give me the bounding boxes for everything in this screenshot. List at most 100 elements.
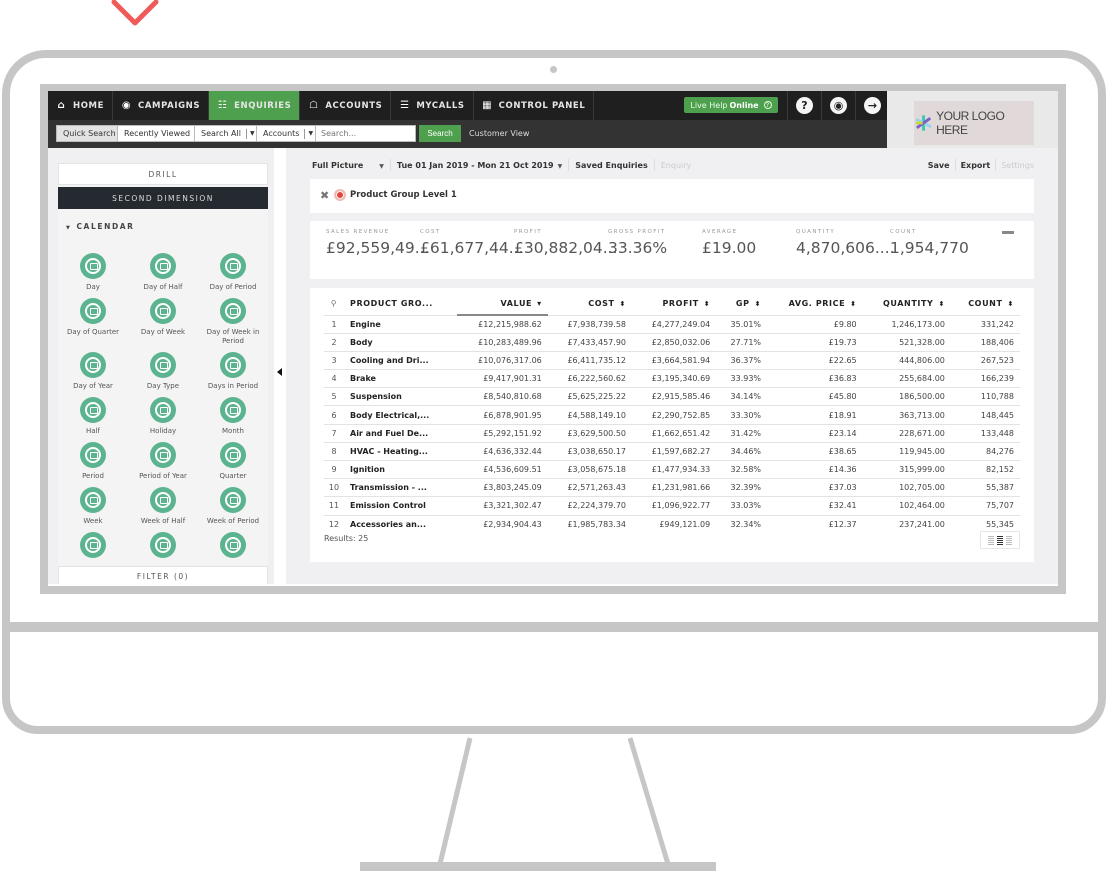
dimension-item[interactable]: Day of Period [198, 253, 268, 292]
sort-icon: ⬍ [1007, 299, 1014, 308]
calendar-dimension-icon [150, 532, 176, 558]
bank-icon: ☖ [309, 100, 319, 111]
customer-view-link[interactable]: Customer View [469, 125, 529, 142]
dimension-item[interactable] [128, 532, 198, 558]
column-header-product-gro[interactable]: PRODUCT GRO... [344, 292, 457, 315]
dimension-item[interactable]: Period of Year [128, 442, 198, 481]
search-type-select[interactable]: Accounts ▼ [256, 125, 321, 142]
nav-item-mycalls[interactable]: ☰ MYCALLS [391, 91, 474, 120]
date-range-select[interactable]: Tue 01 Jan 2019 - Mon 21 Oct 2019 ▼ [397, 161, 562, 170]
dimension-item[interactable]: Week of Period [198, 487, 268, 526]
remove-dimension-icon[interactable]: ✖ [320, 190, 329, 201]
dimension-sidebar: DRILL SECOND DIMENSION ▼ CALENDAR Day Day … [58, 163, 268, 584]
dimension-label: Day of Year [73, 382, 113, 390]
cell-cost: £3,629,500.50 [547, 423, 632, 443]
dimension-item[interactable] [58, 532, 128, 558]
table-row[interactable]: 10 Transmission - ... £3,803,245.09 £2,571,… [324, 478, 1020, 497]
enquiry-link[interactable]: Enquiry [661, 161, 692, 170]
cell-cost: £3,058,675.18 [547, 459, 632, 479]
profile-button[interactable]: ◉ [821, 91, 855, 120]
dimension-item[interactable]: Day of Year [58, 352, 128, 391]
row-density-toggle[interactable] [980, 531, 1020, 549]
dimension-item[interactable]: Holiday [128, 397, 198, 436]
search-input[interactable] [315, 125, 416, 142]
dimension-item[interactable]: Period [58, 442, 128, 481]
table-row[interactable]: 8 HVAC - Heating... £4,636,332.44 £3,038,65… [324, 441, 1020, 461]
search-button[interactable]: Search [419, 125, 461, 142]
dimension-item[interactable]: Day of Week in Period [198, 298, 268, 346]
kpi-value: 1,954,770 [890, 239, 969, 257]
home-icon: ⌂ [57, 100, 66, 111]
collapse-sidebar-arrow-icon[interactable] [277, 368, 282, 376]
dimension-item[interactable]: Quarter [198, 442, 268, 481]
column-label: COST [588, 298, 615, 308]
cell-value: £4,636,332.44 [457, 441, 548, 461]
dimension-item[interactable]: Day Type [128, 352, 198, 391]
table-row[interactable]: 5 Suspension £8,540,810.68 £5,625,225.22 £2,… [324, 387, 1020, 406]
calendar-dimension-icon [150, 397, 176, 423]
column-header-value[interactable]: VALUE ▾ [457, 292, 548, 316]
nav-item-home[interactable]: ⌂ HOME [48, 91, 114, 120]
nav-item-accounts[interactable]: ☖ ACCOUNTS [300, 91, 392, 120]
quick-search-button[interactable]: Quick Search [56, 125, 123, 142]
recently-viewed-button[interactable]: Recently Viewed [117, 125, 198, 142]
calendar-group-label: CALENDAR [76, 222, 135, 231]
filter-tab[interactable]: FILTER (0) [58, 566, 268, 584]
dimension-label: Week of Half [140, 517, 186, 525]
logout-button[interactable]: → [855, 91, 889, 120]
minimize-icon[interactable] [1002, 231, 1014, 234]
table-row[interactable]: 11 Emission Control £3,321,302.47 £2,224,37… [324, 496, 1020, 516]
dimension-item[interactable]: Week of Half [128, 487, 198, 526]
dimension-item[interactable]: Month [198, 397, 268, 436]
column-header-quantity[interactable]: QUANTITY ⬍ [863, 292, 951, 315]
table-search-button[interactable]: ⚲ [324, 292, 344, 315]
column-header-gp[interactable]: GP ⬍ [716, 292, 767, 315]
dimension-item[interactable]: Day of Week [128, 298, 198, 337]
nav-item-control-panel[interactable]: ▦ CONTROL PANEL [474, 91, 595, 120]
column-header-count[interactable]: COUNT ⬍ [951, 292, 1020, 315]
table-row[interactable]: 6 Body Electrical,... £6,878,901.95 £4,588,… [324, 405, 1020, 425]
dimension-item[interactable]: Days in Period [198, 352, 268, 391]
dimension-label: Week of Period [206, 517, 260, 525]
dimension-item[interactable] [198, 532, 268, 558]
table-row[interactable]: 9 Ignition £4,536,609.51 £3,058,675.18 £1,47… [324, 459, 1020, 479]
search-scope-select[interactable]: Search All ▼ [194, 125, 262, 142]
table-row[interactable]: 4 Brake £9,417,901.31 £6,222,560.62 £3,195,3… [324, 369, 1020, 388]
nav-item-enquiries[interactable]: ☷ ENQUIRIES [209, 91, 301, 120]
nav-item-campaigns[interactable]: ◉ CAMPAIGNS [113, 91, 210, 120]
table-row[interactable]: 3 Cooling and Dri... £10,076,317.06 £6,411,… [324, 350, 1020, 370]
density-compact-icon[interactable] [988, 535, 994, 545]
second-dimension-tab[interactable]: SECOND DIMENSION [58, 187, 268, 209]
density-comfortable-icon[interactable] [1006, 535, 1012, 545]
dimension-item[interactable]: Day of Quarter [58, 298, 128, 337]
cell-gp: 33.93% [716, 369, 768, 388]
column-header-profit[interactable]: PROFIT ⬍ [632, 292, 716, 315]
table-row[interactable]: 2 Body £10,283,489.96 £7,433,457.90 £2,850,0… [324, 332, 1020, 352]
enquiry-toolbar: Full Picture ▼ Tue 01 Jan 2019 - Mon 21 O… [312, 159, 691, 171]
kpi-label: COST [420, 229, 441, 235]
column-header-cost[interactable]: COST ⬍ [548, 292, 632, 315]
calendar-group-toggle[interactable]: ▼ CALENDAR [66, 222, 135, 231]
dimension-item[interactable]: Day [58, 253, 128, 292]
dimension-item[interactable]: Day of Half [128, 253, 198, 292]
live-help-button[interactable]: Live Help Online ? [684, 97, 778, 113]
caret-down-icon: ▼ [557, 162, 563, 170]
drill-tab[interactable]: DRILL [58, 163, 268, 185]
cell-profit: £2,290,752.85 [632, 405, 717, 425]
app-screen: ⌂ HOME ◉ CAMPAIGNS ☷ ENQUIRIES ☖ ACCOUNTS ☰ MYCAL… [48, 91, 1058, 584]
cell-quantity: 237,241.00 [862, 514, 951, 534]
saved-enquiries-link[interactable]: Saved Enquiries [575, 161, 648, 170]
dimension-item[interactable]: Half [58, 397, 128, 436]
dimension-item[interactable]: Week [58, 487, 128, 526]
export-button[interactable]: Export [961, 161, 991, 170]
help-button[interactable]: ? [787, 91, 821, 120]
column-header-avg-price[interactable]: AVG. PRICE ⬍ [767, 292, 863, 315]
view-select[interactable]: Full Picture ▼ [312, 161, 384, 170]
settings-button[interactable]: Settings [1001, 161, 1034, 170]
row-number: 12 [324, 514, 344, 534]
table-row[interactable]: 12 Accessories an... £2,934,904.43 £1,985,7… [324, 514, 1020, 534]
table-row[interactable]: 1 Engine £12,215,988.62 £7,938,739.58 £4,277… [324, 314, 1020, 334]
density-normal-icon[interactable] [997, 535, 1003, 545]
save-button[interactable]: Save [928, 161, 950, 170]
table-row[interactable]: 7 Air and Fuel De... £5,292,151.92 £3,629,5… [324, 423, 1020, 443]
